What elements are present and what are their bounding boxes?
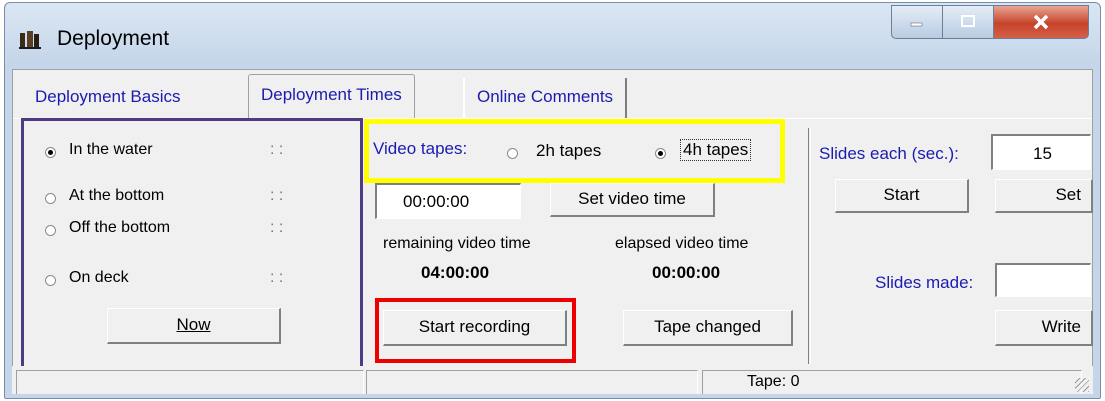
minimize-icon [910,22,923,27]
title-bar[interactable]: Deployment [5,3,1100,69]
video-tapes-label: Video tapes: [373,139,468,158]
radio-4h-tapes[interactable] [655,148,666,159]
minimize-button[interactable] [891,5,943,39]
radio-2h-tapes[interactable] [507,148,518,159]
tab-deployment-times[interactable]: Deployment Times [248,74,415,118]
slides-each-input[interactable]: 15 [991,134,1091,170]
slides-start-button[interactable]: Start [835,179,969,213]
label-in-the-water: In the water [69,141,153,158]
label-off-the-bottom: Off the bottom [69,219,171,236]
label-on-deck: On deck [69,269,129,286]
group-separator [808,128,811,364]
deployment-window: Deployment Deployment Basics Deployment … [4,2,1101,399]
radio-in-the-water[interactable] [45,147,56,158]
radio-off-the-bottom[interactable] [45,225,56,236]
window-title: Deployment [57,27,170,50]
write-button[interactable]: Write [995,310,1093,346]
maximize-button[interactable] [942,5,994,39]
slides-made-label: Slides made: [875,273,974,292]
radio-at-the-bottom[interactable] [45,193,56,204]
status-tape: Tape: 0 [702,370,1082,394]
slides-set-button[interactable]: Set [995,179,1093,213]
time-in-the-water: : : [270,141,284,158]
elapsed-video-time-label: elapsed video time [615,235,749,252]
time-at-the-bottom: : : [270,187,284,204]
elapsed-video-time-value: 00:00:00 [652,263,721,282]
remaining-video-time-label: remaining video time [383,235,531,252]
remaining-video-time-value: 04:00:00 [421,263,490,282]
close-icon [1033,14,1049,30]
maximize-icon [961,15,975,27]
tape-changed-button[interactable]: Tape changed [623,310,793,346]
slides-made-input[interactable] [995,263,1091,297]
now-button[interactable]: Now [107,308,281,344]
slides-each-label: Slides each (sec.): [819,144,959,163]
status-pane-1 [16,370,364,394]
tab-deployment-basics[interactable]: Deployment Basics [23,78,193,118]
status-bar: Tape: 0 [12,366,1093,394]
tab-online-comments[interactable]: Online Comments [463,78,628,118]
label-at-the-bottom: At the bottom [69,187,165,204]
time-on-deck: : : [270,269,284,286]
app-icon [19,31,41,49]
time-off-the-bottom: : : [270,219,284,236]
status-pane-2 [366,370,698,394]
resize-grip-icon[interactable] [1075,378,1089,392]
radio-on-deck[interactable] [45,275,56,286]
label-2h-tapes: 2h tapes [536,141,602,160]
label-4h-tapes: 4h tapes [679,139,752,161]
set-video-time-button[interactable]: Set video time [550,183,715,217]
start-recording-button[interactable]: Start recording [383,310,567,346]
close-button[interactable] [993,5,1089,39]
video-time-input[interactable]: 00:00:00 [375,183,521,219]
